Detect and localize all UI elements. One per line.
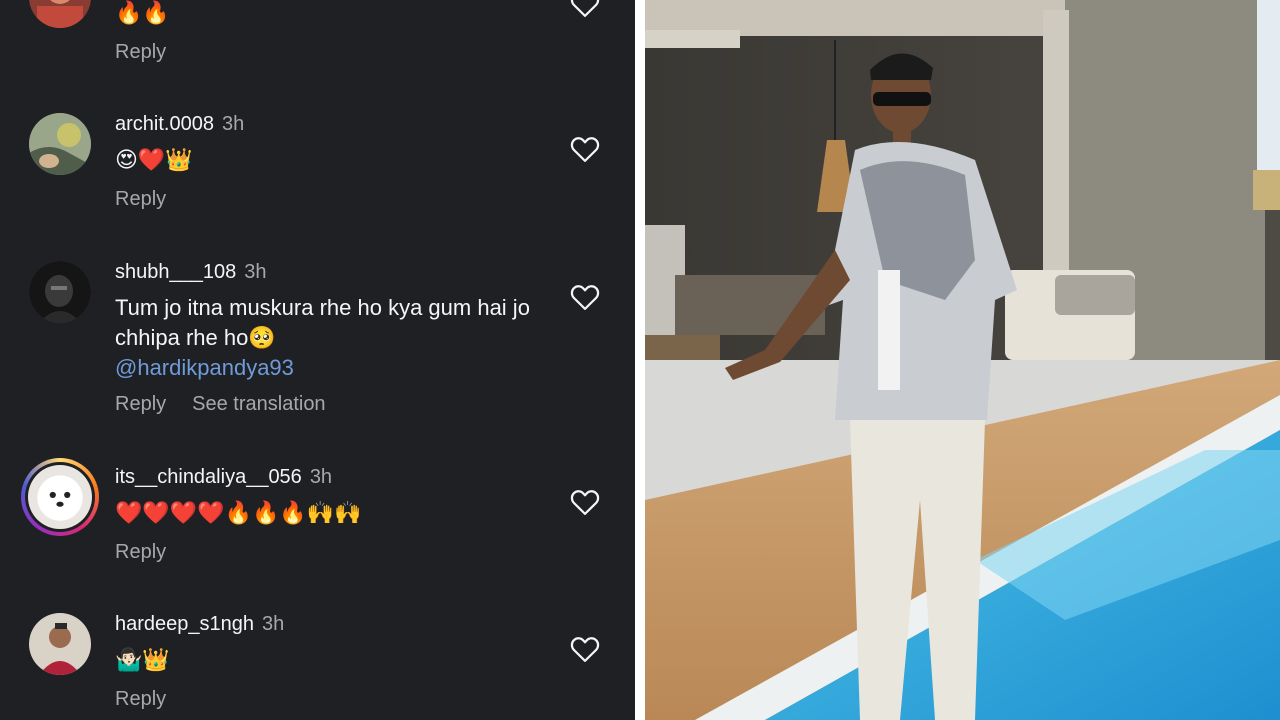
heart-outline-icon (570, 285, 600, 310)
comment-username[interactable]: archit.0008 (115, 113, 214, 135)
comment-text: Tum jo itna muskura rhe ho kya gum hai j… (115, 293, 535, 383)
avatar[interactable] (29, 613, 91, 675)
mention-link[interactable]: @hardikpandya93 (115, 355, 294, 380)
like-button[interactable] (570, 135, 600, 163)
comment-username[interactable]: shubh___108 (115, 261, 236, 283)
avatar[interactable] (29, 0, 91, 28)
comment-time: 3h (262, 613, 285, 635)
comment-text: 😍❤️👑 (115, 147, 193, 172)
avatar[interactable] (29, 113, 91, 175)
reply-button[interactable]: Reply (115, 41, 166, 63)
comment-text: 🔥🔥 (115, 0, 170, 25)
heart-outline-icon (570, 490, 600, 515)
avatar[interactable] (29, 261, 91, 323)
comment-time: 3h (244, 261, 267, 283)
reply-button[interactable]: Reply (115, 188, 166, 210)
like-button[interactable] (570, 635, 600, 663)
heart-outline-icon (570, 137, 600, 162)
heart-outline-icon (570, 637, 600, 662)
comments-panel: 🔥🔥 Reply archit.0008 3h 😍❤️👑 Reply shubh_… (0, 0, 635, 720)
comment-time: 3h (221, 113, 245, 135)
see-translation-button[interactable]: See translation (192, 393, 325, 415)
comment-body: Tum jo itna muskura rhe ho kya gum hai j… (115, 295, 530, 350)
reply-button[interactable]: Reply (115, 688, 166, 710)
reply-button[interactable]: Reply (115, 393, 166, 415)
comment-text: ❤️❤️❤️❤️🔥🔥🔥🙌🙌 (115, 500, 362, 525)
like-button[interactable] (570, 488, 600, 516)
comment-username[interactable]: hardeep_s1ngh (115, 613, 254, 635)
reply-button[interactable]: Reply (115, 541, 166, 563)
avatar-story-ring[interactable] (21, 458, 99, 536)
like-button[interactable] (570, 0, 600, 18)
comment-username[interactable]: its__chindaliya__056 (115, 466, 302, 488)
panel-divider (635, 0, 645, 720)
comment-time: 3h (309, 466, 333, 488)
comment-text: 🤷🏻‍♂️👑 (115, 647, 170, 672)
like-button[interactable] (570, 283, 600, 311)
heart-outline-icon (570, 0, 600, 17)
video-frame[interactable] (645, 0, 1280, 720)
